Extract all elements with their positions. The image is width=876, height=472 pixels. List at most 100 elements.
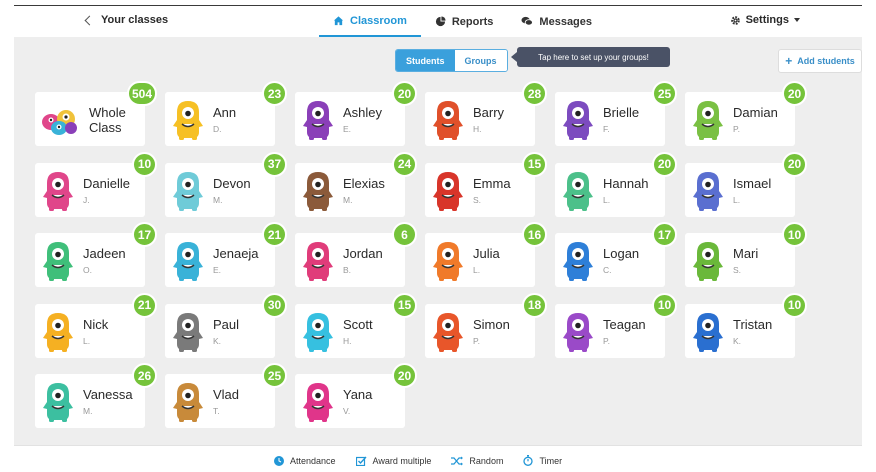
points-badge: 16	[522, 222, 547, 247]
student-name: Yana	[343, 387, 373, 402]
groups-tooltip: Tap here to set up your groups!	[511, 47, 670, 67]
student-initial: L.	[83, 335, 91, 346]
student-card[interactable]: Scott H. 15	[295, 292, 417, 358]
monster-avatar-icon	[173, 171, 203, 211]
student-card[interactable]: Brielle F. 25	[555, 81, 677, 146]
student-card[interactable]: Paul K. 30	[165, 292, 287, 358]
points-badge: 20	[782, 81, 807, 106]
student-name: Vlad	[213, 387, 240, 402]
student-card[interactable]: Vanessa M. 26	[35, 363, 157, 428]
student-card[interactable]: Jadeen O. 17	[35, 222, 157, 287]
student-name: Jordan	[343, 246, 383, 261]
student-name: Ashley	[343, 105, 383, 120]
student-card[interactable]: Ashley E. 20	[295, 81, 417, 146]
student-initial: O.	[83, 265, 92, 275]
student-initial: H.	[343, 335, 352, 346]
student-card[interactable]: Julia L. 16	[425, 222, 547, 287]
points-badge: 28	[522, 81, 547, 106]
student-card[interactable]: Yana V. 20	[295, 363, 417, 428]
student-name: Ismael	[733, 175, 772, 191]
student-initial: M.	[213, 194, 223, 205]
student-initial: F.	[603, 124, 610, 134]
student-card[interactable]: Teagan P. 10	[555, 292, 677, 358]
student-card[interactable]: Emma S. 15	[425, 151, 547, 217]
points-badge: 18	[522, 292, 547, 318]
home-icon	[333, 16, 344, 26]
student-card[interactable]: Barry H. 28	[425, 81, 547, 146]
student-initial: C.	[603, 265, 612, 275]
student-card[interactable]: Logan C. 17	[555, 222, 677, 287]
back-to-classes-link[interactable]: Your classes	[84, 14, 168, 26]
chat-icon	[521, 16, 534, 26]
student-card[interactable]: Tristan K. 10	[685, 292, 807, 358]
random-button[interactable]: Random	[451, 455, 503, 466]
checkbox-icon	[355, 456, 367, 466]
students-toggle-button[interactable]: Students	[396, 50, 455, 71]
student-initial: L.	[733, 194, 741, 205]
tool-label: Random	[469, 455, 504, 466]
student-initial: D.	[213, 124, 222, 134]
whole-class-card[interactable]: Whole Class 504	[35, 81, 157, 146]
monster-avatar-icon	[173, 242, 203, 281]
student-initial: V.	[343, 406, 351, 416]
student-card[interactable]: Elexias M. 24	[295, 151, 417, 217]
stopwatch-icon	[523, 455, 534, 466]
bottom-toolbar: Attendance Award multiple Random Timer	[14, 445, 862, 472]
view-toggle: Students Groups	[395, 49, 508, 72]
student-name: Tristan	[733, 316, 773, 332]
points-badge: 10	[782, 222, 807, 247]
student-initial: P.	[733, 124, 740, 134]
monster-avatar-icon	[303, 101, 333, 140]
nav-tabs: Classroom Reports Messages	[319, 6, 606, 37]
monster-avatar-icon	[433, 242, 463, 281]
student-initial: P.	[603, 335, 610, 346]
monster-avatar-icon	[563, 101, 593, 140]
points-badge: 15	[522, 151, 547, 177]
points-badge: 10	[132, 151, 157, 177]
monster-avatar-icon	[303, 242, 333, 281]
student-name: Emma	[473, 175, 511, 191]
student-name: Simon	[473, 316, 510, 332]
student-card[interactable]: Jordan B. 6	[295, 222, 417, 287]
add-students-button[interactable]: + Add students	[778, 49, 862, 73]
student-name: Julia	[473, 246, 500, 261]
tab-reports[interactable]: Reports	[421, 6, 508, 37]
groups-toggle-button[interactable]: Groups	[454, 50, 507, 71]
student-card[interactable]: Simon P. 18	[425, 292, 547, 358]
student-name: Damian	[733, 105, 778, 120]
student-initial: P.	[473, 335, 480, 346]
student-card[interactable]: Devon M. 37	[165, 151, 287, 217]
settings-label: Settings	[745, 14, 789, 26]
tab-classroom[interactable]: Classroom	[319, 6, 421, 37]
student-card[interactable]: Nick L. 21	[35, 292, 157, 358]
points-badge: 21	[132, 292, 157, 318]
points-badge: 20	[392, 363, 417, 388]
timer-button[interactable]: Timer	[523, 455, 562, 466]
student-initial: M.	[343, 194, 353, 205]
student-card[interactable]: Hannah L. 20	[555, 151, 677, 217]
student-name: Brielle	[603, 105, 640, 120]
monster-avatar-icon	[693, 242, 723, 281]
monster-avatar-icon	[563, 171, 593, 211]
student-initial: K.	[733, 335, 742, 346]
student-card[interactable]: Ismael L. 20	[685, 151, 807, 217]
student-name: Ann	[213, 105, 237, 120]
student-card[interactable]: Ann D. 23	[165, 81, 287, 146]
tab-messages[interactable]: Messages	[507, 6, 606, 37]
attendance-button[interactable]: Attendance	[274, 455, 336, 466]
student-card[interactable]: Mari S. 10	[685, 222, 807, 287]
award-multiple-button[interactable]: Award multiple	[355, 455, 431, 466]
student-card[interactable]: Damian P. 20	[685, 81, 807, 146]
student-initial: L.	[603, 194, 611, 205]
caret-down-icon	[794, 18, 800, 22]
monster-avatar-icon	[563, 312, 593, 352]
points-badge: 15	[392, 292, 417, 318]
student-initial: M.	[83, 406, 93, 416]
student-card[interactable]: Danielle J. 10	[35, 151, 157, 217]
monster-avatar-icon	[43, 171, 73, 211]
settings-menu[interactable]: Settings	[730, 14, 800, 26]
monster-avatar-icon	[303, 312, 333, 352]
student-card[interactable]: Jenaeja E. 21	[165, 222, 287, 287]
student-card[interactable]: Vlad T. 25	[165, 363, 287, 428]
student-name: Barry	[473, 105, 505, 120]
